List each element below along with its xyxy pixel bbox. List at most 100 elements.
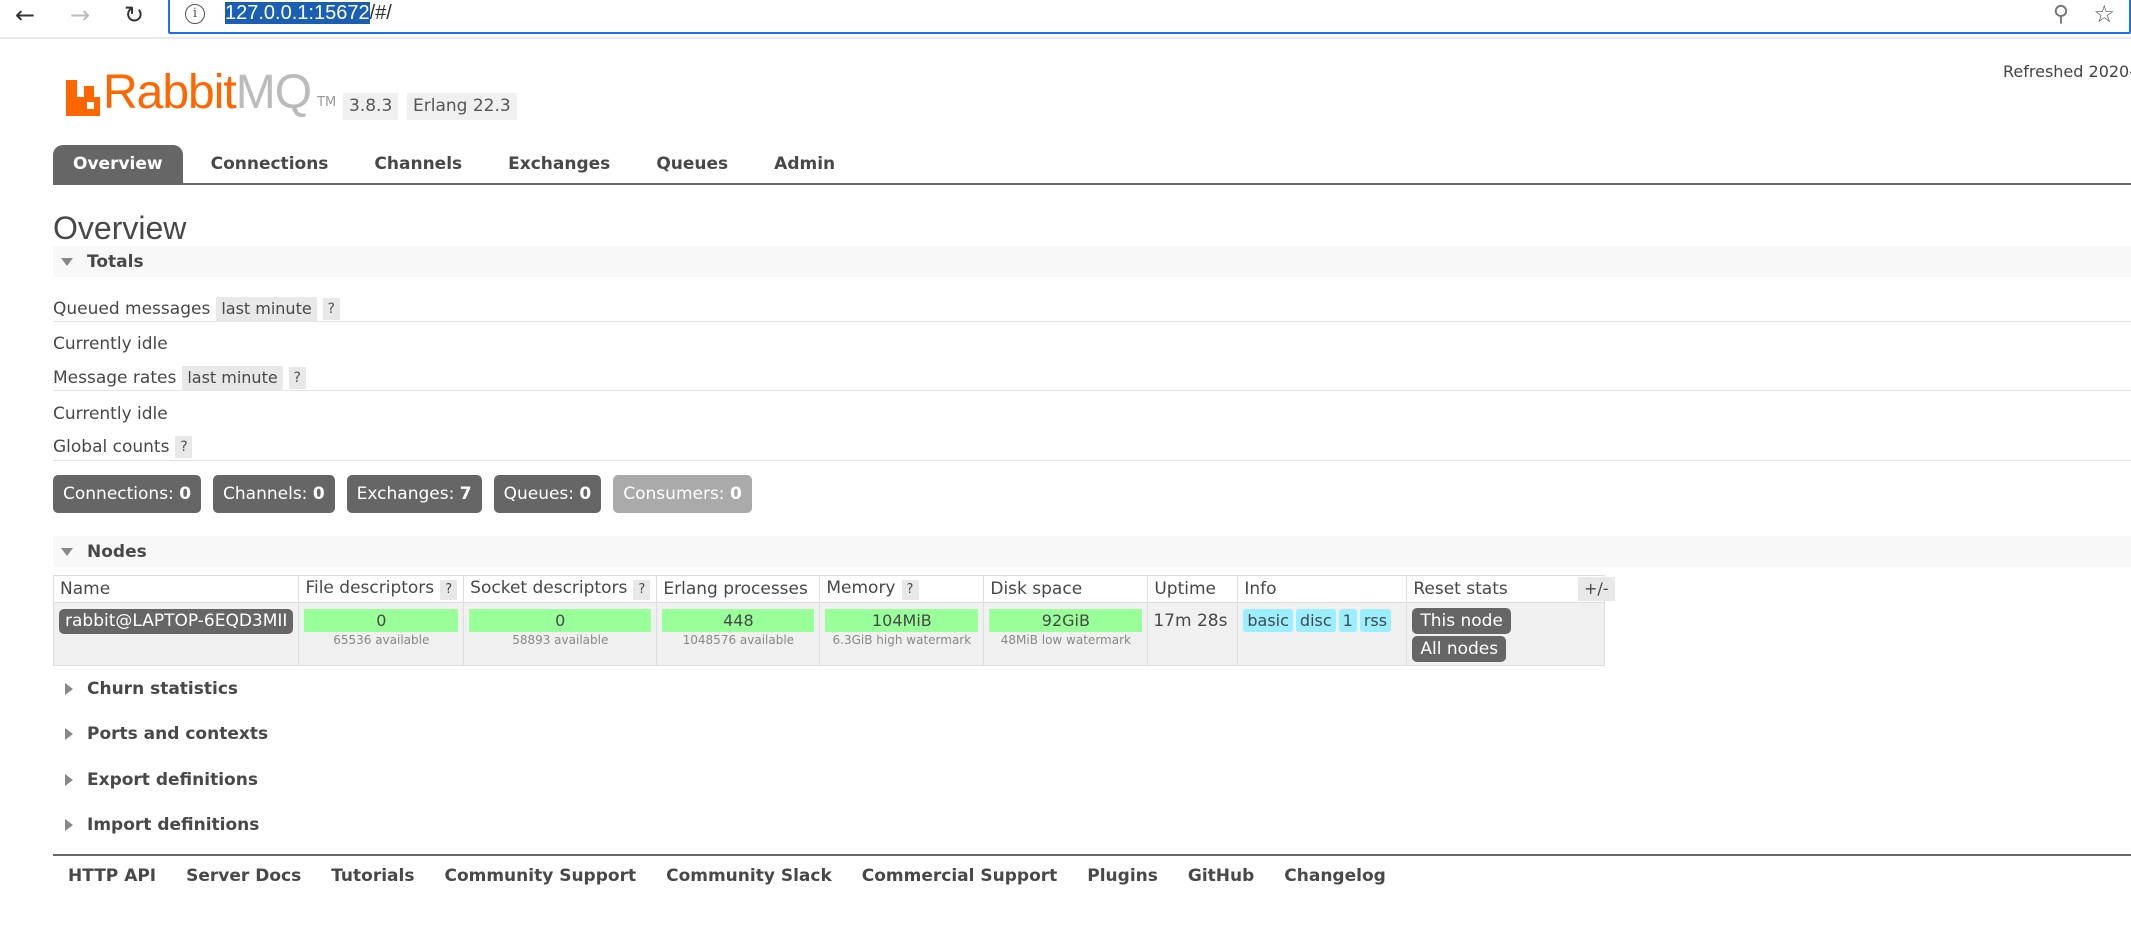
divider (53, 321, 2131, 322)
rabbitmq-logo[interactable]: RabbitMQ TM (66, 66, 337, 119)
page-title: Overview (53, 210, 187, 246)
memory-watermark: 6.3GiB high watermark (832, 633, 972, 647)
info-tag-count: 1 (1338, 609, 1357, 632)
footer-link-community-slack[interactable]: Community Slack (651, 864, 847, 888)
site-info-icon[interactable]: i (185, 4, 205, 24)
footer-link-community-support[interactable]: Community Support (429, 864, 651, 888)
col-disk-space: Disk space (983, 575, 1149, 603)
memory-help-button[interactable]: ? (901, 580, 919, 600)
col-socket-descriptors: Socket descriptors? (463, 575, 658, 603)
nodes-table: Name File descriptors? Socket descriptor… (52, 575, 1606, 666)
queued-status: Currently idle (53, 334, 168, 354)
tab-exchanges[interactable]: Exchanges (488, 145, 630, 184)
col-erlang-processes: Erlang processes (656, 575, 821, 603)
rates-period-select[interactable]: last minute (182, 366, 283, 390)
refreshed-timestamp: Refreshed 2020-0 (2003, 62, 2131, 81)
expand-triangle-icon (65, 773, 73, 786)
memory-bar: 104MiB (825, 609, 979, 632)
disk-bar: 92GiB (989, 609, 1143, 632)
logo-trademark: TM (317, 95, 337, 110)
channels-count-button[interactable]: Channels: 0 (213, 475, 335, 513)
global-help-button[interactable]: ? (175, 436, 193, 458)
info-tag-basic: basic (1243, 609, 1293, 632)
import-definitions-title: Import definitions (87, 814, 260, 835)
footer-link-changelog[interactable]: Changelog (1269, 864, 1401, 888)
reset-cell: This nodeAll nodes (1406, 602, 1606, 666)
ep-bar: 448 (662, 609, 815, 632)
col-uptime: Uptime (1147, 575, 1239, 603)
rates-help-button[interactable]: ? (288, 367, 306, 389)
col-reset-stats: Reset stats (1406, 575, 1606, 603)
footer-link-http-api[interactable]: HTTP API (53, 864, 171, 888)
nodes-section-header[interactable]: Nodes (53, 536, 2131, 567)
url-selected: 127.0.0.1:15672 (225, 2, 370, 24)
sd-available: 58893 available (512, 633, 609, 647)
logo-wordmark: RabbitMQ (103, 66, 312, 119)
info-tag-rss: rss (1359, 609, 1392, 632)
col-file-descriptors: File descriptors? (298, 575, 465, 603)
export-definitions-title: Export definitions (87, 769, 258, 790)
toolbar-divider (0, 37, 2131, 39)
address-bar[interactable]: i 127.0.0.1:15672/#/ ⚲ ☆ (168, 0, 2131, 34)
tab-overview[interactable]: Overview (53, 145, 183, 184)
browser-toolbar: ← → ↻ i 127.0.0.1:15672/#/ ⚲ ☆ (0, 0, 2131, 34)
tab-connections[interactable]: Connections (191, 145, 349, 184)
node-name-link[interactable]: rabbit@LAPTOP-6EQD3MII (59, 609, 294, 634)
collapse-triangle-icon (61, 257, 73, 266)
erlang-version-badge: Erlang 22.3 (407, 93, 517, 120)
back-arrow-icon[interactable]: ← (8, 0, 42, 30)
queued-messages-row: Queued messages last minute ? (53, 297, 340, 321)
queued-period-select[interactable]: last minute (216, 297, 317, 321)
info-cell: basic disc 1 rss (1237, 602, 1408, 666)
sd-cell: 0 58893 available (463, 602, 658, 666)
columns-toggle-button[interactable]: +/- (1578, 577, 1615, 601)
disk-cell: 92GiB 48MiB low watermark (983, 602, 1149, 666)
node-name-cell: rabbit@LAPTOP-6EQD3MII (52, 602, 300, 666)
global-counts-row: Global counts ? (53, 436, 193, 458)
reload-icon[interactable]: ↻ (117, 0, 151, 30)
footer-divider (53, 854, 2131, 856)
queues-count-button[interactable]: Queues: 0 (493, 475, 602, 513)
forward-arrow-icon[interactable]: → (63, 0, 97, 30)
col-memory: Memory? (819, 575, 985, 603)
churn-statistics-section[interactable]: Churn statistics (53, 673, 238, 704)
footer-link-tutorials[interactable]: Tutorials (316, 864, 429, 888)
tab-channels[interactable]: Channels (354, 145, 482, 184)
reset-all-nodes-button[interactable]: All nodes (1412, 636, 1507, 662)
footer-link-plugins[interactable]: Plugins (1072, 864, 1173, 888)
ports-contexts-section[interactable]: Ports and contexts (53, 718, 268, 749)
export-definitions-section[interactable]: Export definitions (53, 764, 258, 795)
bookmark-star-icon[interactable]: ☆ (2093, 0, 2115, 28)
footer-link-github[interactable]: GitHub (1173, 864, 1269, 888)
message-rates-row: Message rates last minute ? (53, 366, 306, 390)
fd-help-button[interactable]: ? (440, 580, 458, 600)
rabbitmq-logo-icon (66, 80, 100, 116)
expand-triangle-icon (65, 727, 73, 740)
memory-cell: 104MiB 6.3GiB high watermark (819, 602, 985, 666)
churn-statistics-title: Churn statistics (87, 678, 239, 699)
footer-links: HTTP API Server Docs Tutorials Community… (53, 864, 1401, 888)
tab-admin[interactable]: Admin (754, 145, 855, 184)
ports-contexts-title: Ports and contexts (87, 723, 269, 744)
key-icon[interactable]: ⚲ (2053, 2, 2069, 27)
queued-messages-label: Queued messages (53, 299, 211, 319)
reset-this-node-button[interactable]: This node (1412, 608, 1511, 634)
sd-help-button[interactable]: ? (633, 580, 651, 600)
consumers-count-button[interactable]: Consumers: 0 (613, 475, 752, 513)
ep-cell: 448 1048576 available (656, 602, 821, 666)
url-text[interactable]: 127.0.0.1:15672/#/ (225, 2, 392, 25)
disk-watermark: 48MiB low watermark (1000, 633, 1131, 647)
footer-link-commercial-support[interactable]: Commercial Support (847, 864, 1073, 888)
version-badge: 3.8.3 (343, 93, 399, 120)
footer-link-server-docs[interactable]: Server Docs (171, 864, 316, 888)
queued-help-button[interactable]: ? (322, 298, 340, 320)
collapse-triangle-icon (61, 547, 73, 556)
tab-queues[interactable]: Queues (636, 145, 748, 184)
connections-count-button[interactable]: Connections: 0 (53, 475, 202, 513)
table-row: rabbit@LAPTOP-6EQD3MII 0 65536 available … (52, 602, 1606, 666)
import-definitions-section[interactable]: Import definitions (53, 809, 259, 840)
totals-section-header[interactable]: Totals (53, 246, 2131, 277)
fd-cell: 0 65536 available (298, 602, 465, 666)
exchanges-count-button[interactable]: Exchanges: 7 (346, 475, 482, 513)
nodes-title: Nodes (87, 541, 147, 562)
